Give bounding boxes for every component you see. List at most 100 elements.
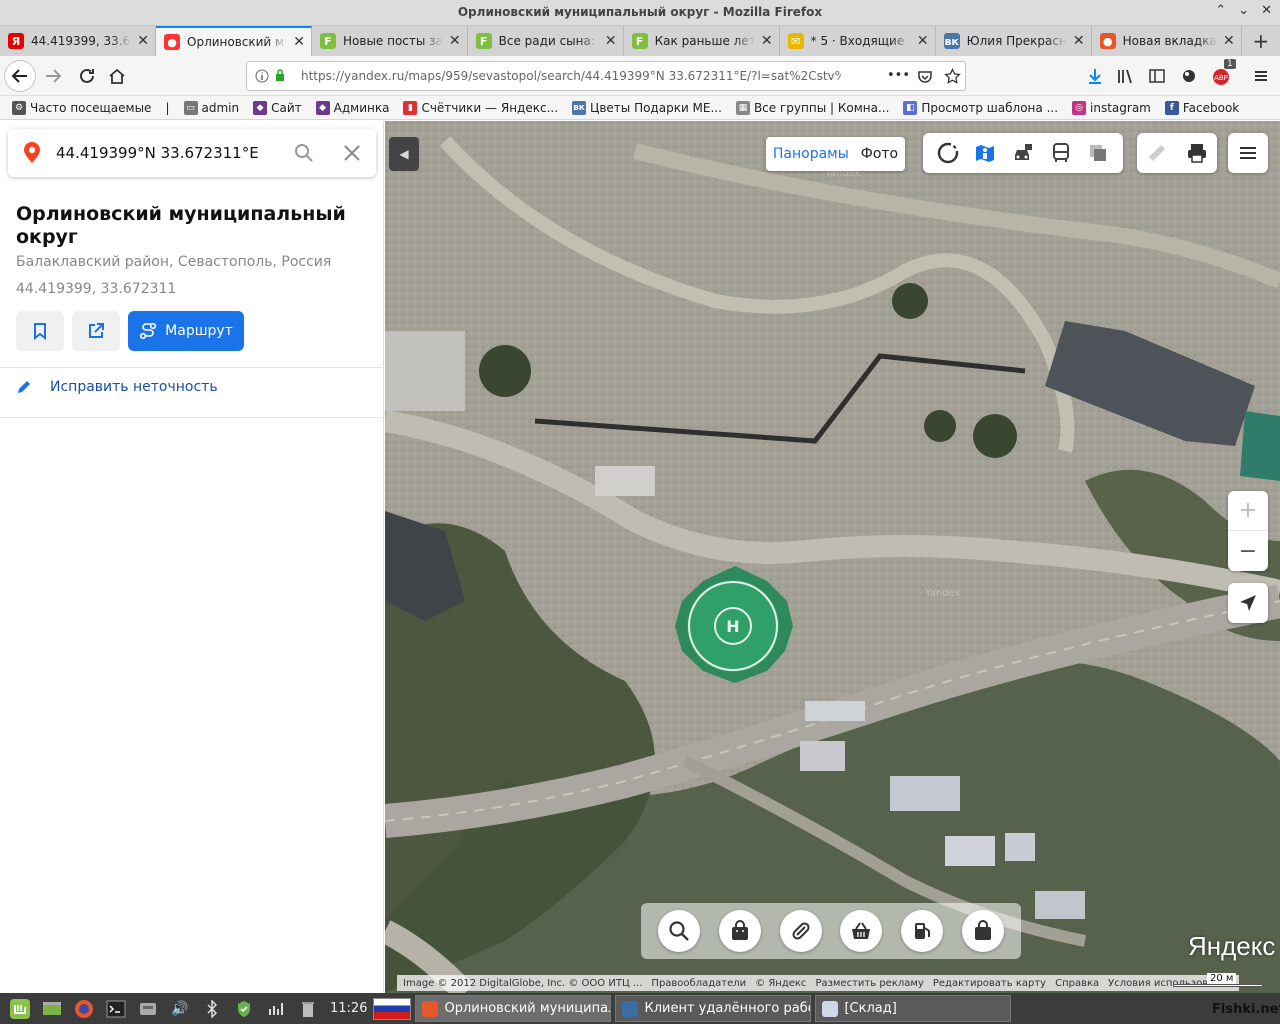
close-tab-icon[interactable]: ✕ — [761, 33, 773, 49]
zoom-in-button[interactable]: + — [1228, 491, 1268, 531]
bookmark-5[interactable]: вк Цветы Подарки МЕ... — [572, 100, 722, 115]
layers-stack-icon[interactable] — [1086, 141, 1110, 165]
url-text[interactable]: https://yandex.ru/maps/959/sevastopol/se… — [301, 69, 841, 83]
close-tab-icon[interactable]: ✕ — [1073, 33, 1085, 49]
close-tab-icon[interactable]: ✕ — [605, 33, 617, 49]
reload-button[interactable] — [76, 65, 98, 87]
satellite-imagery[interactable]: H Yandex Yandex — [385, 121, 1280, 993]
maximize-button[interactable]: ⌄ — [1238, 3, 1249, 18]
search-box[interactable]: 44.419399°N 33.672311°E — [8, 129, 376, 177]
trash-tray[interactable] — [296, 997, 320, 1021]
show-desktop-button[interactable] — [40, 997, 64, 1021]
close-tab-icon[interactable]: ✕ — [293, 34, 305, 50]
new-tab-button[interactable]: + — [1242, 26, 1280, 56]
grocery-category-button[interactable] — [840, 910, 883, 952]
pocket-icon[interactable] — [917, 69, 933, 85]
copyright-link[interactable]: Правообладатели — [651, 978, 746, 989]
pharmacy-category-button[interactable] — [779, 910, 822, 952]
files-launcher[interactable] — [136, 997, 160, 1021]
bookmark-icon — [34, 323, 46, 340]
bookmark-button[interactable] — [16, 311, 64, 351]
collapse-panel-button[interactable]: ◀ — [389, 137, 419, 171]
zoom-out-button[interactable]: − — [1228, 531, 1268, 571]
shop-category-button[interactable] — [961, 910, 1004, 952]
clock[interactable]: 11:26 — [330, 1001, 367, 1016]
taskbar-window-1[interactable]: Клиент удалённого рабоче... — [615, 995, 812, 1022]
firefox-launcher[interactable] — [72, 997, 96, 1021]
taskbar-window-0[interactable]: Орлиновский муниципаль... — [415, 995, 612, 1022]
terminal-launcher[interactable] — [104, 997, 128, 1021]
url-bar[interactable]: https://yandex.ru/maps/959/sevastopol/se… — [246, 61, 966, 91]
close-tab-icon[interactable]: ✕ — [917, 33, 929, 49]
map-view[interactable]: H Yandex Yandex ◀ Панорамы Фото + − Янде… — [385, 121, 1280, 993]
panoramas-button[interactable]: Панорамы — [773, 146, 849, 162]
bookmark-1[interactable]: ▭ admin — [183, 100, 239, 115]
print-icon[interactable] — [1186, 142, 1208, 164]
bookmark-2[interactable]: ◆ Сайт — [253, 100, 302, 115]
layers-icon[interactable] — [936, 141, 960, 165]
ruler-icon[interactable] — [1146, 142, 1168, 164]
bookmark-0[interactable]: ⚙ Часто посещаемые — [12, 100, 151, 115]
transit-bus-icon[interactable] — [1049, 141, 1073, 165]
shield-tray[interactable] — [232, 997, 256, 1021]
minimize-button[interactable]: ⌃ — [1215, 3, 1226, 18]
tab-7[interactable]: ● Новая вкладка ✕ — [1092, 26, 1242, 56]
bookmark-8[interactable]: ◎ instagram — [1072, 100, 1151, 115]
search-icon[interactable] — [294, 143, 314, 163]
back-button[interactable] — [4, 60, 36, 92]
copyright-link[interactable]: Справка — [1055, 978, 1099, 989]
copyright-link[interactable]: Редактировать карту — [933, 978, 1046, 989]
close-icon[interactable] — [342, 143, 362, 163]
page-actions-menu[interactable]: ••• — [887, 68, 910, 83]
fuel-pump-icon — [914, 923, 930, 939]
bookmark-star-icon[interactable] — [944, 68, 961, 85]
volume-tray[interactable]: 🔊 — [168, 997, 192, 1021]
photo-button[interactable]: Фото — [861, 146, 898, 162]
map-menu-button[interactable] — [1228, 133, 1268, 173]
forward-button[interactable] — [42, 65, 64, 87]
adblock-button[interactable]: ABP 1 — [1210, 59, 1236, 87]
bluetooth-tray[interactable] — [200, 997, 224, 1021]
info-icon[interactable] — [255, 69, 269, 83]
bookmark-4[interactable]: ▮ Счётчики — Яндекс... — [403, 100, 558, 115]
bookmark-3[interactable]: ◆ Админка — [315, 100, 389, 115]
close-tab-icon[interactable]: ✕ — [449, 33, 461, 49]
tab-3[interactable]: F Все ради сына: с ✕ — [468, 26, 624, 56]
share-button[interactable] — [72, 311, 120, 351]
copyright-link[interactable]: © Яндекс — [755, 978, 806, 989]
keyboard-layout-flag-icon[interactable] — [373, 997, 412, 1020]
downloads-button[interactable] — [1084, 65, 1106, 87]
traffic-car-icon[interactable] — [1011, 141, 1035, 165]
taskbar-window-2[interactable]: [Склад] — [815, 995, 1012, 1022]
back-arrow-icon — [11, 69, 27, 83]
shopping-category-button[interactable] — [718, 910, 761, 952]
panorama-person-icon[interactable] — [973, 141, 997, 165]
sidebar-button[interactable] — [1146, 65, 1168, 87]
network-tray[interactable] — [264, 997, 288, 1021]
search-input[interactable]: 44.419399°N 33.672311°E — [56, 144, 259, 162]
bookmark-6[interactable]: ▦ Все группы | Комна... — [735, 100, 889, 115]
tab-2[interactable]: F Новые посты за ✕ — [312, 26, 468, 56]
copyright-link[interactable]: Разместить рекламу — [815, 978, 923, 989]
tab-1[interactable]: ● Орлиновский муниципальный ✕ — [156, 26, 312, 56]
yandex-icon: Я — [8, 33, 24, 49]
menu-button[interactable] — [1250, 65, 1272, 87]
gas-station-category-button[interactable] — [900, 910, 943, 952]
home-button[interactable] — [106, 65, 128, 87]
tab-4[interactable]: F Как раньше лета ✕ — [624, 26, 780, 56]
bookmark-9[interactable]: f Facebook — [1164, 100, 1239, 115]
geolocation-button[interactable] — [1228, 583, 1268, 623]
tab-0[interactable]: Я 44.419399, 33.672311 ✕ — [0, 26, 156, 56]
close-tab-icon[interactable]: ✕ — [137, 33, 149, 49]
tab-6[interactable]: вк Юлия Прекрасная ✕ — [936, 26, 1092, 56]
search-category-button[interactable] — [658, 910, 701, 952]
fix-inaccuracy-link[interactable]: Исправить неточность — [16, 379, 218, 395]
extension-button[interactable] — [1178, 65, 1200, 87]
tab-5[interactable]: ✉ * 5 · Входящие - ✕ — [780, 26, 936, 56]
start-menu-button[interactable] — [8, 997, 32, 1021]
library-button[interactable] — [1114, 65, 1136, 87]
route-button[interactable]: Маршрут — [128, 311, 244, 351]
close-window-button[interactable]: ✕ — [1261, 3, 1272, 18]
close-tab-icon[interactable]: ✕ — [1223, 33, 1235, 49]
bookmark-7[interactable]: ◧ Просмотр шаблона ... — [903, 100, 1058, 115]
